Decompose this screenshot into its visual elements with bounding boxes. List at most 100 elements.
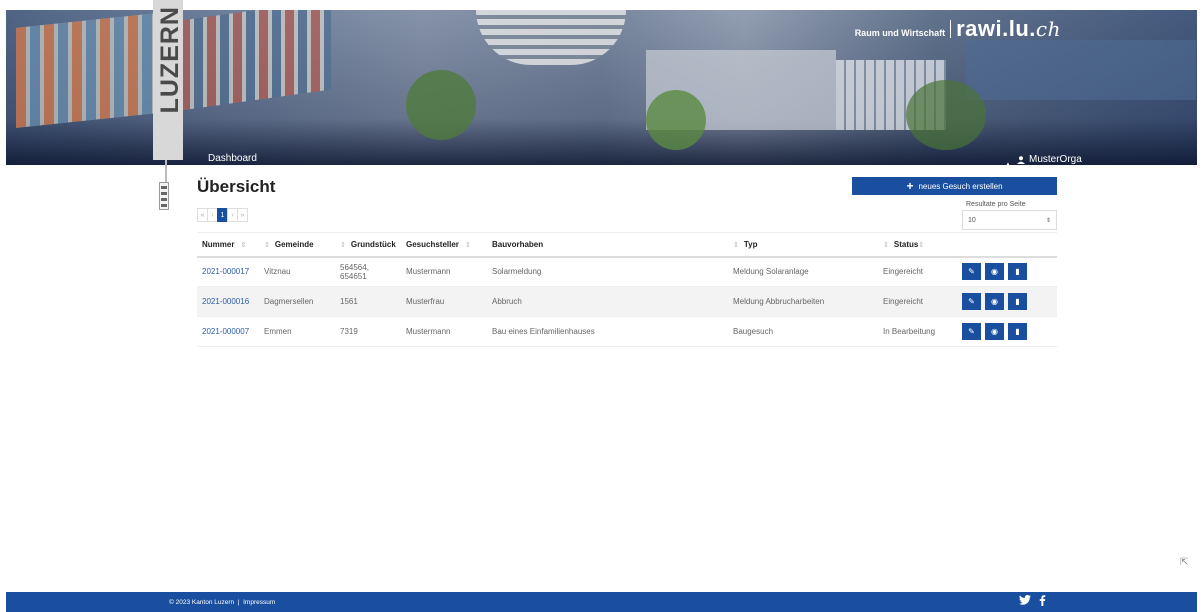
trash-icon: ▮ [1015,297,1020,306]
new-request-label: neues Gesuch erstellen [918,181,1003,191]
table-row: 2021-000007 Emmen 7319 Mustermann Bau ei… [197,316,1057,347]
sort-icon: ⇕ [733,241,739,249]
sort-icon: ⇕ [340,241,346,249]
select-arrows-icon: ⇕ [1045,218,1051,224]
column-header-bauvorhaben[interactable]: Bauvorhaben [487,232,728,258]
request-link[interactable]: 2021-000017 [202,267,249,276]
view-button[interactable]: ◉ [985,293,1004,310]
sort-icon: ⇕ [240,241,247,249]
kanton-logo-text: LUZERN [156,6,184,114]
new-request-button[interactable]: + neues Gesuch erstellen [852,177,1057,195]
twitter-icon[interactable] [1019,595,1031,605]
table-header-row: Nummer ⇕ ⇕ Gemeinde ⇕ Grundstück Gesuchstel… [197,232,1057,258]
cell-typ: Meldung Abbrucharbeiten [728,286,878,317]
mouse-cursor-icon: ▲ [1004,160,1012,165]
cell-status: In Bearbeitung [878,316,957,347]
cell-bauvorhaben: Solarmeldung [487,256,728,287]
sort-icon: ⇕ [464,241,471,249]
cell-gemeinde: Vitznau [259,256,335,287]
cell-nummer[interactable]: 2021-000017 [197,256,259,287]
view-button[interactable]: ◉ [985,263,1004,281]
footer-links: © 2023 Kanton Luzern | Impressum [169,599,275,606]
footer: © 2023 Kanton Luzern | Impressum [6,592,1197,612]
cell-bauvorhaben: Abbruch [487,286,728,317]
table-row: 2021-000016 Dagmersellen 1561 Musterfrau… [197,286,1057,317]
nav-dashboard[interactable]: Dashboard [208,153,257,164]
pagination-last[interactable]: » [237,208,248,222]
banner-building [966,40,1196,100]
impressum-link[interactable]: Impressum [243,599,275,606]
view-button[interactable]: ◉ [985,323,1004,340]
edit-button[interactable]: ✎ [962,293,981,310]
column-header-status[interactable]: ⇕ Status⇕ [878,232,957,258]
brand-tld: ch [1035,17,1061,41]
cell-gemeinde: Dagmersellen [259,286,335,317]
sort-icon: ⇕ [264,241,270,249]
cell-nummer[interactable]: 2021-000016 [197,286,259,317]
cell-gemeinde: Emmen [259,316,335,347]
cell-actions: ✎ ◉ ▮ [957,256,1057,287]
copyright-text: © 2023 Kanton Luzern [169,599,235,606]
cell-actions: ✎ ◉ ▮ [957,316,1057,347]
cell-gesuchsteller: Mustermann [401,256,487,287]
banner-tree [646,90,706,150]
sort-icon: ⇕ [883,241,889,249]
cell-actions: ✎ ◉ ▮ [957,286,1057,317]
facebook-icon[interactable] [1039,595,1046,606]
brand-logo[interactable]: Raum und Wirtschaft rawi.lu. ch [855,16,1061,42]
eye-icon: ◉ [991,297,998,306]
user-icon [1017,155,1025,164]
cell-gesuchsteller: Musterfrau [401,286,487,317]
column-header-actions [957,232,1057,258]
brand-name: rawi.lu. [956,16,1036,41]
requests-table: Nummer ⇕ ⇕ Gemeinde ⇕ Grundstück Gesuchstel… [197,232,1057,347]
banner-tree [406,70,476,140]
per-page-value: 10 [968,217,976,224]
cell-gesuchsteller: Mustermann [401,316,487,347]
user-name: MusterOrga [1029,154,1082,165]
plus-icon: + [906,179,914,193]
edit-button[interactable]: ✎ [962,323,981,340]
cell-typ: Meldung Solaranlage [728,256,878,287]
cell-typ: Baugesuch [728,316,878,347]
banner-building [181,10,331,111]
page-title: Übersicht [197,177,276,196]
delete-button[interactable]: ▮ [1008,323,1027,340]
cell-bauvorhaben: Bau eines Einfamilienhauses [487,316,728,347]
edit-icon: ✎ [968,327,975,336]
delete-button[interactable]: ▮ [1008,263,1027,281]
delete-button[interactable]: ▮ [1008,293,1027,310]
table-row: 2021-000017 Vitznau 564564, 654651 Muste… [197,256,1057,287]
request-link[interactable]: 2021-000007 [202,327,249,336]
edit-icon: ✎ [968,267,975,277]
banner-building [476,10,626,65]
kanton-crest [159,182,169,210]
trash-icon: ▮ [1015,267,1020,277]
banner-tree [906,80,986,150]
social-links [1019,595,1046,606]
brand-subtitle: Raum und Wirtschaft [854,28,946,38]
user-menu[interactable]: MusterOrga [1017,154,1082,165]
column-header-gesuchsteller[interactable]: Gesuchsteller ⇕ [401,232,487,258]
edit-button[interactable]: ✎ [962,263,981,281]
per-page-select[interactable]: 10 ⇕ [962,210,1057,230]
mouse-pointer-icon: ⇱ [1180,557,1189,568]
eye-icon: ◉ [991,267,998,277]
column-header-grundstueck[interactable]: ⇕ Grundstück [335,232,401,258]
footer-separator: | [237,599,240,606]
request-link[interactable]: 2021-000016 [202,297,249,306]
edit-icon: ✎ [968,297,975,306]
banner-building [16,12,166,128]
column-header-gemeinde[interactable]: ⇕ Gemeinde [259,232,335,258]
cell-grundstueck: 564564, 654651 [335,256,401,287]
logo-divider [165,160,167,184]
pagination: « ‹ 1 › » [197,208,248,222]
trash-icon: ▮ [1015,327,1020,336]
column-header-nummer[interactable]: Nummer ⇕ [197,232,259,258]
column-header-typ[interactable]: ⇕ Typ [728,232,878,258]
sort-icon: ⇕ [918,241,925,249]
kanton-logo: LUZERN [153,0,184,160]
cell-status: Eingereicht [878,286,957,317]
per-page-label: Resultate pro Seite [966,201,1026,208]
cell-nummer[interactable]: 2021-000007 [197,316,259,347]
